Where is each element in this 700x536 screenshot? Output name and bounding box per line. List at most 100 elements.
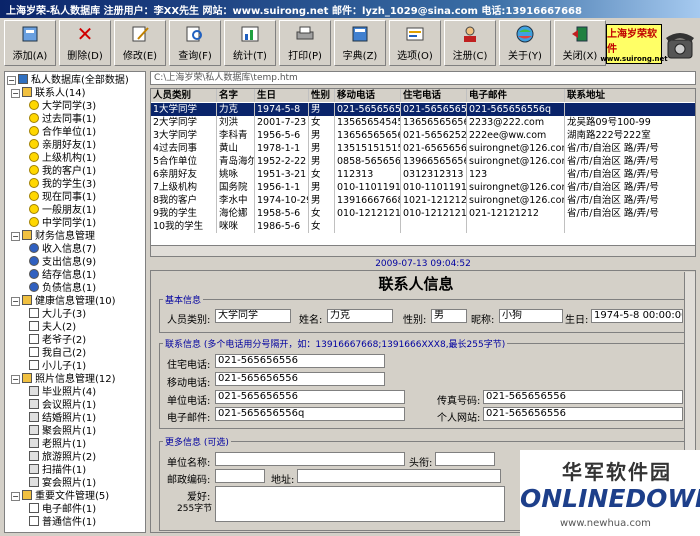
tree-item[interactable]: 我的学生(3) <box>29 178 96 191</box>
nickname-field[interactable]: 小狗 <box>499 309 563 323</box>
smiley-icon <box>29 178 39 188</box>
tree-folder[interactable]: − 财务信息管理 <box>11 230 95 243</box>
tree-item[interactable]: 旅游照片(2) <box>29 451 96 464</box>
tree-item[interactable]: 会议照片(1) <box>29 399 96 412</box>
category-field[interactable]: 大学同学 <box>215 309 291 323</box>
tree-item[interactable]: 大学同学(3) <box>29 100 96 113</box>
tree-item[interactable]: 一般朋友(1) <box>29 204 96 217</box>
table-row[interactable]: 7上级机构国务院1956-1-1男010-1101191121010-11011… <box>151 181 695 194</box>
tree-item[interactable]: 小儿子(1) <box>29 360 86 373</box>
tree-item[interactable]: 宴会照片(1) <box>29 477 96 490</box>
job-title-field[interactable] <box>435 452 495 466</box>
table-cell: 8我的客户 <box>151 194 217 207</box>
register-button[interactable]: 注册(C) <box>444 20 496 66</box>
info-icon <box>29 243 39 253</box>
birthday-field[interactable]: 1974-5-8 00:00:00 <box>591 309 683 323</box>
table-row[interactable]: 5合作单位 青岛海尔 1952-2-22 男 0858-5656565 139665656… <box>151 155 695 168</box>
tree-root[interactable]: − 私人数据库(全部数据) <box>7 74 129 87</box>
table-row[interactable]: 4过去同事 黄山 1978-1-1 男 13515151515 021-65656565 s… <box>151 142 695 155</box>
tree-item[interactable]: 我的客户(1) <box>29 165 96 178</box>
collapse-icon[interactable]: − <box>11 297 20 306</box>
gender-field[interactable]: 男 <box>431 309 467 323</box>
tree-item[interactable]: 上级机构(1) <box>29 152 96 165</box>
tree-folder[interactable]: − 重要文件管理(5) <box>11 490 109 503</box>
company-field[interactable] <box>215 452 405 466</box>
tree-item[interactable]: 毕业照片(4) <box>29 386 96 399</box>
table-cell: 13565654545 <box>337 116 401 129</box>
table-cell: 1974-10-29 <box>257 194 309 207</box>
email-field[interactable]: 021-565656556q <box>215 407 405 421</box>
dictionary-button[interactable]: 字典(Z) <box>334 20 386 66</box>
table-row[interactable]: 3大学同学 李科青 1956-5-6 男 13656565656 021-56562525… <box>151 129 695 142</box>
table-row[interactable]: 8我的客户 李水中 1974-10-29 男 13916667668, 1021-1212… <box>151 194 695 207</box>
work-phone-field[interactable]: 021-565656556 <box>215 390 405 404</box>
table-cell: 移动电话 <box>335 89 401 102</box>
tree-item[interactable]: 收入信息(7) <box>29 243 96 256</box>
tree-item[interactable]: 负债信息(1) <box>29 282 96 295</box>
tree-item[interactable]: 电子邮件(1) <box>29 503 96 516</box>
table-header[interactable]: 人员类别 名字 生日 性别 移动电话 住宅电话 电子邮件 联系地址 <box>151 89 695 102</box>
stats-button[interactable]: 统计(T) <box>224 20 276 66</box>
collapse-icon[interactable]: − <box>11 492 20 501</box>
table-row[interactable]: 6亲朋好友 姚咏 1951-3-21 女 112313 0312312313 123 省/市/… <box>151 168 695 181</box>
table-cell: 0312312313 <box>401 168 467 181</box>
tree-item[interactable]: 扫描件(1) <box>29 464 86 477</box>
tree-item[interactable]: 老爷子(2) <box>29 334 86 347</box>
tree-item[interactable]: 夫人(2) <box>29 321 76 334</box>
tree-item[interactable]: 现在同事(1) <box>29 191 96 204</box>
tree-folder[interactable]: − 联系人(14) <box>11 87 86 100</box>
search-button[interactable]: 查询(F) <box>169 20 221 66</box>
photo-icon <box>29 451 39 461</box>
tree-folder[interactable]: − 照片信息管理(12) <box>11 373 116 386</box>
category-tree[interactable]: − 私人数据库(全部数据) − 联系人(14) 大学同学(3) 过去同事(1) 合作单位(1… <box>4 71 146 533</box>
print-icon <box>294 24 316 44</box>
print-button[interactable]: 打印(P) <box>279 20 331 66</box>
website-field[interactable]: 021-565656556 <box>483 407 683 421</box>
about-button[interactable]: 关于(Y) <box>499 20 551 66</box>
tree-item[interactable]: 结存信息(1) <box>29 269 96 282</box>
zipcode-field[interactable] <box>215 469 265 483</box>
add-button[interactable]: 添加(A) <box>4 20 56 66</box>
tree-item[interactable]: 普通信件(1) <box>29 516 96 529</box>
smiley-icon <box>29 165 39 175</box>
edit-button[interactable]: 修改(E) <box>114 20 166 66</box>
collapse-icon[interactable]: − <box>11 375 20 384</box>
collapse-icon[interactable]: − <box>7 76 16 85</box>
tree-item[interactable]: 结婚照片(1) <box>29 412 96 425</box>
options-button[interactable]: 选项(O) <box>389 20 441 66</box>
tree-item[interactable]: 亲朋好友(1) <box>29 139 96 152</box>
name-field[interactable]: 力克 <box>327 309 393 323</box>
tree-item[interactable]: 老照片(1) <box>29 438 86 451</box>
collapse-icon[interactable]: − <box>11 232 20 241</box>
tree-item[interactable]: 支出信息(9) <box>29 256 96 269</box>
smiley-icon <box>29 139 39 149</box>
smiley-icon <box>29 204 39 214</box>
tree-item[interactable]: 我自己(2) <box>29 347 86 360</box>
delete-button[interactable]: ✕ 删除(D) <box>59 20 111 66</box>
collapse-icon[interactable]: − <box>11 89 20 98</box>
table-row[interactable]: 2大学同学 刘洪 2001-7-23 女 13565654545 13656565656 2… <box>151 116 695 129</box>
table-cell: 住宅电话 <box>401 89 467 102</box>
table-cell: 国务院 <box>217 181 255 194</box>
tree-item[interactable]: 聚会照片(1) <box>29 425 96 438</box>
mobile-phone-field[interactable]: 021-565656556 <box>215 372 385 386</box>
tree-item[interactable]: 合作单位(1) <box>29 126 96 139</box>
table-row[interactable]: 10我的学生 咪咪 1986-5-6 女 <box>151 220 695 233</box>
home-phone-field[interactable]: 021-565656556 <box>215 354 385 368</box>
close-button[interactable]: 关闭(X) <box>554 20 606 66</box>
table-cell: 海伦娜 <box>217 207 255 220</box>
fax-field[interactable]: 021-565656556 <box>483 390 683 404</box>
table-row[interactable]: 9我的学生 海伦娜 1958-5-6 女 010-12121212 010-1212121… <box>151 207 695 220</box>
horizontal-scrollbar[interactable] <box>150 245 696 257</box>
hobby-field[interactable] <box>215 486 505 522</box>
tree-item[interactable]: 中学同学(1) <box>29 217 96 230</box>
table-cell: 112313 <box>335 168 401 181</box>
table-row[interactable]: 1大学同学力克1974-5-8男021-565656556021-5656565… <box>151 103 695 116</box>
contacts-table[interactable]: 人员类别 名字 生日 性别 移动电话 住宅电话 电子邮件 联系地址 1大学同学 力克 1974-5-… <box>150 88 696 256</box>
tree-item[interactable]: 大儿子(3) <box>29 308 86 321</box>
photo-icon <box>29 399 39 409</box>
address-field[interactable] <box>297 469 501 483</box>
tree-folder[interactable]: − 健康信息管理(10) <box>11 295 116 308</box>
database-icon <box>18 74 28 84</box>
tree-item[interactable]: 过去同事(1) <box>29 113 96 126</box>
